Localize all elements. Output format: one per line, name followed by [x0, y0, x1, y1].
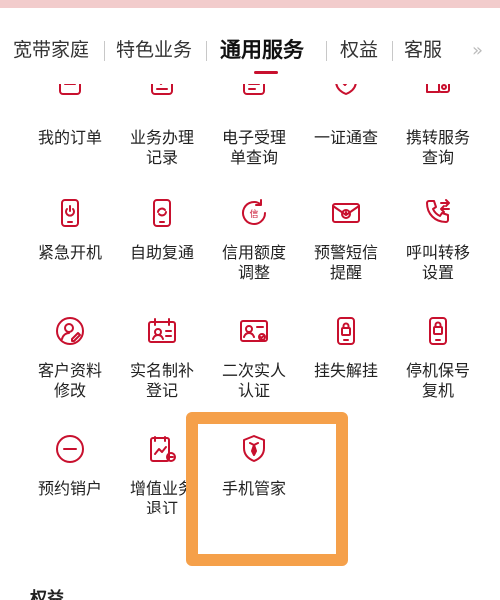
tab-broadband-home[interactable]: 宽带家庭 [13, 30, 89, 70]
tab-divider [104, 41, 105, 61]
service-label: 二次实人 认证 [221, 361, 286, 400]
cancel-icon [54, 433, 86, 465]
service-label: 我的订单 [37, 128, 102, 147]
category-tab-bar: 宽带家庭 特色业务 通用服务 权益 客服 » [0, 30, 500, 80]
phone-refresh-icon [146, 197, 178, 229]
service-transfer-query[interactable]: 携转服务 查询 [392, 84, 484, 200]
service-id-check[interactable]: 一证通查 [300, 84, 392, 200]
highlight-box [186, 412, 348, 566]
tab-benefits[interactable]: 权益 [340, 30, 378, 70]
chevron-right-icon[interactable]: » [472, 39, 483, 63]
service-label: 呼叫转移 设置 [405, 243, 470, 282]
credit-icon: 信 [238, 197, 270, 229]
service-alert-sms[interactable]: 预警短信 提醒 [300, 197, 392, 313]
top-color-strip [0, 0, 500, 8]
service-label: 自助复通 [129, 243, 194, 262]
service-label: 业务办理 记录 [129, 128, 194, 167]
service-label: 预警短信 提醒 [313, 243, 378, 282]
svg-text:信: 信 [249, 208, 258, 220]
active-tab-indicator [254, 71, 278, 74]
tab-divider [206, 41, 207, 61]
id-card-icon [238, 315, 270, 347]
service-self-restore[interactable]: 自助复通 [116, 197, 208, 313]
phone-power-icon [54, 197, 86, 229]
doc-chart-icon [146, 433, 178, 465]
service-credit-limit[interactable]: 信 信用额度 调整 [208, 197, 300, 313]
service-label: 一证通查 [313, 128, 378, 147]
tab-special-services[interactable]: 特色业务 [116, 30, 192, 70]
phone-lock-icon [422, 315, 454, 347]
service-label: 紧急开机 [37, 243, 102, 262]
service-label: 挂失解挂 [313, 361, 378, 380]
service-label: 携转服务 查询 [405, 128, 470, 167]
service-label: 客户资料 修改 [37, 361, 102, 400]
service-schedule-cancellation[interactable]: 预约销户 [24, 433, 116, 514]
tab-divider [392, 41, 393, 61]
service-business-record[interactable]: 业务办理 记录 [116, 84, 208, 200]
transfer-icon [422, 84, 454, 98]
profile-edit-icon [54, 315, 86, 347]
tab-general-services[interactable]: 通用服务 [220, 30, 304, 70]
service-edit-profile[interactable]: 客户资料 修改 [24, 315, 116, 431]
service-e-receipt-query[interactable]: 电子受理 单查询 [208, 84, 300, 200]
lock-phone-icon [330, 315, 362, 347]
call-forward-icon [422, 197, 454, 229]
section-title-benefits: 权益 [30, 589, 64, 600]
service-emergency-power-on[interactable]: 紧急开机 [24, 197, 116, 313]
tab-customer-service[interactable]: 客服 [404, 30, 442, 70]
service-label: 信用额度 调整 [221, 243, 286, 282]
service-call-forwarding[interactable]: 呼叫转移 设置 [392, 197, 484, 313]
alert-sms-icon [330, 197, 362, 229]
order-icon [54, 84, 86, 98]
tab-divider [326, 41, 327, 61]
realname-icon [146, 315, 178, 347]
service-label: 电子受理 单查询 [221, 128, 286, 167]
service-label: 停机保号 复机 [405, 361, 470, 400]
service-label: 预约销户 [37, 479, 102, 498]
receipt-icon [238, 84, 270, 98]
shield-check-icon [330, 84, 362, 98]
service-label: 实名制补 登记 [129, 361, 194, 400]
record-icon [146, 84, 178, 98]
service-suspend-keep-number[interactable]: 停机保号 复机 [392, 315, 484, 431]
service-my-orders[interactable]: 我的订单 [24, 84, 116, 200]
